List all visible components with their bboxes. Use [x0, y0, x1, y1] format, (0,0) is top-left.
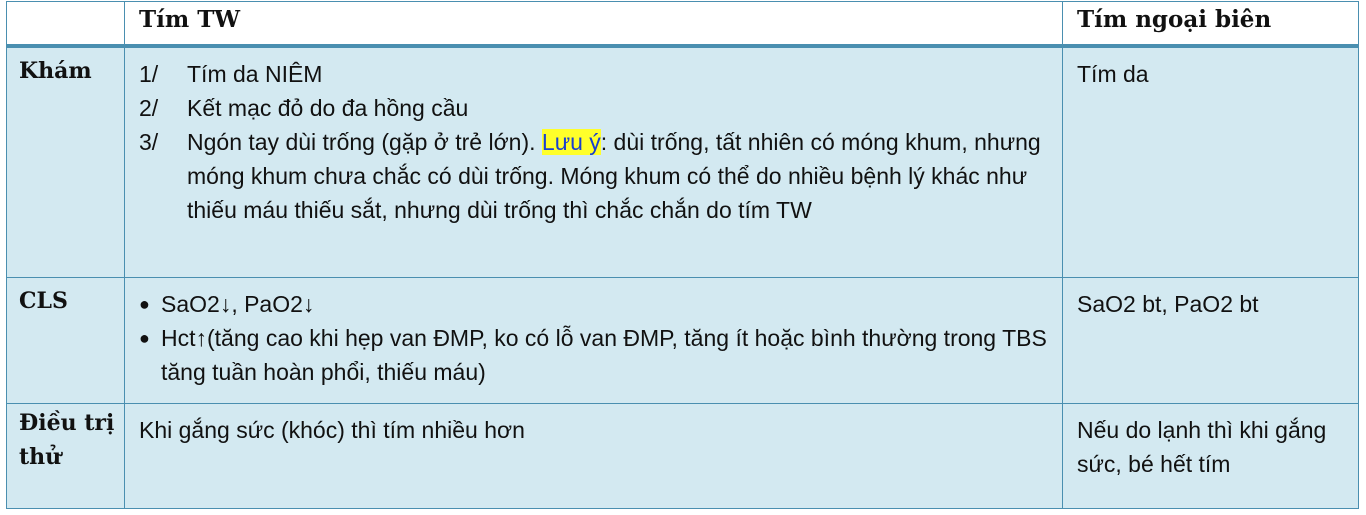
- row-dieutri: Điều trị thử Khi gắng sức (khóc) thì tím…: [6, 402, 1359, 509]
- row-kham: Khám 1/ Tím da NIÊM 2/ Kết mạc đỏ do đa …: [6, 45, 1359, 278]
- list-item: ● SaO2↓, PaO2↓: [139, 287, 1054, 321]
- row-label-cls: CLS: [6, 276, 125, 404]
- row-label-dieutri: Điều trị thử: [6, 402, 125, 509]
- list-item: 3/ Ngón tay dùi trống (gặp ở trẻ lớn). L…: [139, 125, 1054, 227]
- header-central-cyanosis: Tím TW: [124, 1, 1063, 48]
- list-number: 2/: [139, 95, 159, 121]
- bullet-icon: ●: [139, 293, 150, 314]
- text-before-highlight: Ngón tay dùi trống (gặp ở trẻ lớn).: [187, 129, 542, 155]
- kham-numbered-list: 1/ Tím da NIÊM 2/ Kết mạc đỏ do đa hồng …: [139, 57, 1054, 227]
- list-text: SaO2↓, PaO2↓: [161, 290, 315, 317]
- dieutri-central-cell: Khi gắng sức (khóc) thì tím nhiều hơn: [124, 402, 1063, 509]
- kham-central-cell: 1/ Tím da NIÊM 2/ Kết mạc đỏ do đa hồng …: [124, 45, 1063, 278]
- header-row: Tím TW Tím ngoại biên: [6, 1, 1359, 48]
- row-label-kham: Khám: [6, 45, 125, 278]
- list-text: Kết mạc đỏ do đa hồng cầu: [187, 95, 469, 121]
- list-item: 1/ Tím da NIÊM: [139, 57, 1054, 91]
- cls-peripheral-cell: SaO2 bt, PaO2 bt: [1062, 276, 1359, 404]
- list-text: Ngón tay dùi trống (gặp ở trẻ lớn). Lưu …: [187, 125, 1054, 227]
- list-item: 2/ Kết mạc đỏ do đa hồng cầu: [139, 91, 1054, 125]
- row-cls: CLS ● SaO2↓, PaO2↓ ● Hct↑(tăng cao khi h…: [6, 276, 1359, 404]
- kham-peripheral-cell: Tím da: [1062, 45, 1359, 278]
- dieutri-peripheral-cell: Nếu do lạnh thì khi gắng sức, bé hết tím: [1062, 402, 1359, 509]
- list-number: 3/: [139, 129, 159, 155]
- cls-bullet-list: ● SaO2↓, PaO2↓ ● Hct↑(tăng cao khi hẹp v…: [139, 287, 1054, 389]
- list-item: ● Hct↑(tăng cao khi hẹp van ĐMP, ko có l…: [139, 321, 1054, 389]
- comparison-table: Tím TW Tím ngoại biên Khám 1/ Tím da NIÊ…: [6, 1, 1359, 509]
- highlighted-note: Lưu ý: [541, 129, 601, 155]
- bullet-icon: ●: [139, 327, 150, 348]
- cls-central-cell: ● SaO2↓, PaO2↓ ● Hct↑(tăng cao khi hẹp v…: [124, 276, 1063, 404]
- header-empty-cell: [6, 1, 125, 48]
- list-text: Tím da NIÊM: [187, 61, 323, 87]
- header-peripheral-cyanosis: Tím ngoại biên: [1062, 1, 1359, 48]
- list-number: 1/: [139, 61, 159, 87]
- list-text: Hct↑(tăng cao khi hẹp van ĐMP, ko có lỗ …: [161, 324, 1047, 385]
